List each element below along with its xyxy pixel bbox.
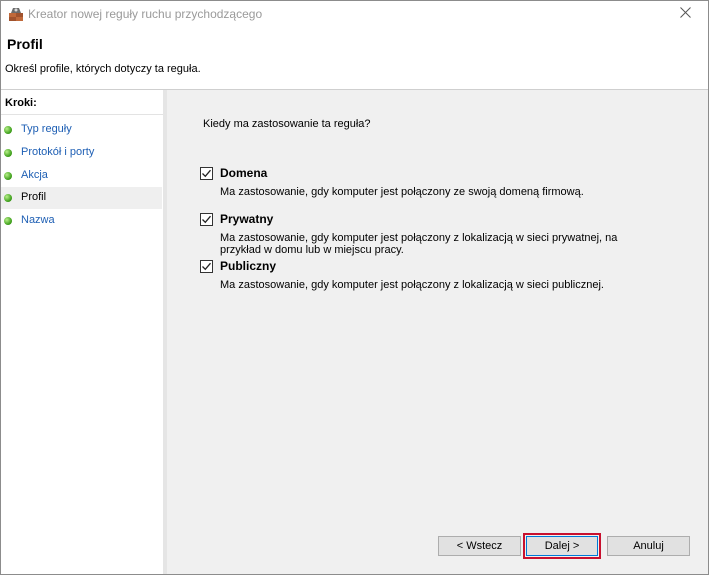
publiczny-description: Ma zastosowanie, gdy komputer jest połąc… (220, 279, 604, 291)
domena-checkbox[interactable] (200, 167, 213, 180)
prywatny-checkbox[interactable] (200, 213, 213, 226)
wizard-header: Profil Określ profile, których dotyczy t… (1, 27, 708, 90)
checkmark-icon (202, 262, 211, 271)
window-title: Kreator nowej reguły ruchu przychodząceg… (28, 7, 263, 21)
title-bar: Kreator nowej reguły ruchu przychodząceg… (1, 1, 708, 27)
next-button[interactable]: Dalej > (523, 533, 601, 559)
step-status-icon (4, 149, 12, 157)
firewall-icon (8, 6, 24, 22)
step-status-icon (4, 194, 12, 202)
domena-description: Ma zastosowanie, gdy komputer jest połąc… (220, 186, 584, 198)
step-label: Typ reguły (21, 123, 72, 135)
profile-content: Kiedy ma zastosowanie ta reguła? Domena … (167, 90, 708, 574)
domena-label[interactable]: Domena (220, 166, 267, 180)
step-status-icon (4, 217, 12, 225)
checkmark-icon (202, 169, 211, 178)
step-label: Akcja (21, 169, 48, 181)
step-label: Profil (21, 191, 47, 203)
steps-separator (1, 114, 163, 115)
back-button[interactable]: < Wstecz (438, 536, 521, 556)
step-item-akcja[interactable]: Akcja (1, 165, 162, 187)
close-icon (679, 7, 691, 21)
prywatny-label[interactable]: Prywatny (220, 212, 273, 226)
close-button[interactable] (662, 1, 708, 27)
step-item-protokol-i-porty[interactable]: Protokół i porty (1, 142, 162, 164)
step-label: Protokół i porty (21, 146, 95, 158)
step-item-profil[interactable]: Profil (1, 187, 162, 209)
publiczny-label[interactable]: Publiczny (220, 259, 276, 273)
step-item-nazwa[interactable]: Nazwa (1, 210, 162, 232)
step-label: Nazwa (21, 214, 55, 226)
page-title: Profil (7, 36, 43, 52)
wizard-window: Kreator nowej reguły ruchu przychodząceg… (0, 0, 709, 575)
step-item-typ-reguly[interactable]: Typ reguły (1, 119, 162, 141)
profile-question: Kiedy ma zastosowanie ta reguła? (203, 118, 371, 130)
checkmark-icon (202, 215, 211, 224)
step-status-icon (4, 126, 12, 134)
cancel-button[interactable]: Anuluj (607, 536, 690, 556)
steps-heading: Kroki: (5, 97, 37, 109)
steps-panel: Kroki: Typ reguły Protokół i porty Akcja… (1, 90, 163, 574)
prywatny-description: Ma zastosowanie, gdy komputer jest połąc… (220, 232, 618, 256)
publiczny-checkbox[interactable] (200, 260, 213, 273)
step-status-icon (4, 172, 12, 180)
page-description: Określ profile, których dotyczy ta reguł… (5, 63, 201, 75)
